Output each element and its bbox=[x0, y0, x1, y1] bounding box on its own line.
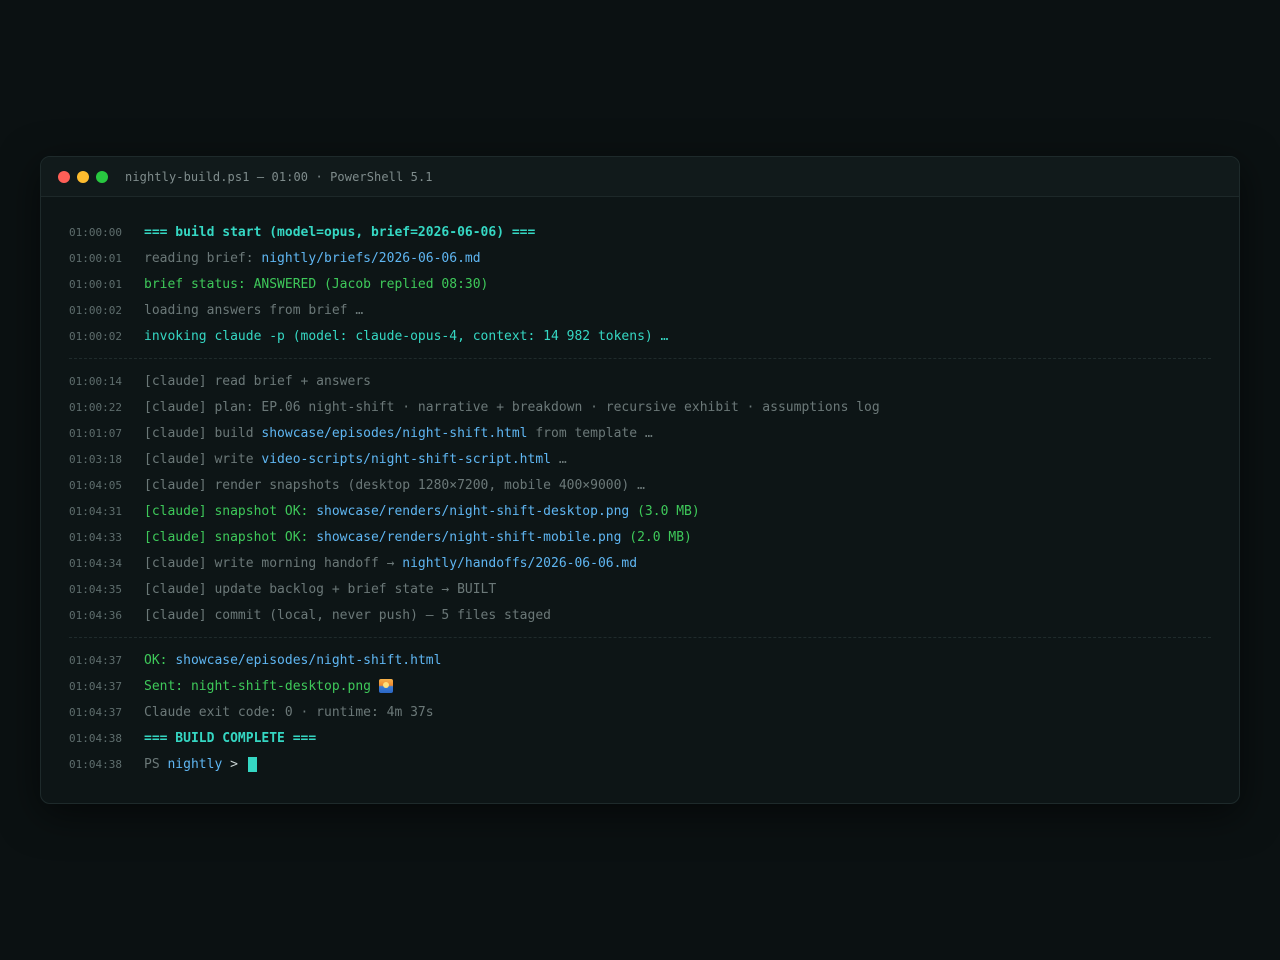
file-path: video-scripts/night-shift-script.html bbox=[261, 451, 551, 467]
file-path: showcase/renders/night-shift-mobile.png bbox=[316, 529, 622, 545]
log-line: 01:00:02 loading answers from brief … bbox=[69, 297, 1211, 323]
timestamp: 01:04:37 bbox=[69, 705, 122, 719]
log-text: … bbox=[551, 451, 567, 467]
log-line: 01:04:34 [claude] write morning handoff … bbox=[69, 550, 1211, 576]
log-text: [claude] build bbox=[144, 425, 262, 441]
timestamp: 01:00:02 bbox=[69, 303, 122, 317]
timestamp: 01:04:37 bbox=[69, 679, 122, 693]
timestamp: 01:00:01 bbox=[69, 277, 122, 291]
minimize-window-button[interactable] bbox=[77, 170, 89, 183]
section-divider bbox=[69, 358, 1211, 359]
file-path: showcase/renders/night-shift-desktop.png bbox=[316, 503, 630, 519]
prompt-directory: nightly bbox=[167, 756, 223, 772]
timestamp: 01:00:14 bbox=[69, 374, 122, 388]
log-text: [claude] write bbox=[144, 451, 262, 467]
log-line: 01:04:05 [claude] render snapshots (desk… bbox=[69, 472, 1211, 498]
timestamp: 01:00:00 bbox=[69, 225, 122, 239]
log-text: [claude] render snapshots (desktop 1280×… bbox=[144, 477, 645, 493]
log-text: [claude] write morning handoff → bbox=[144, 555, 403, 571]
log-text: === BUILD COMPLETE === bbox=[144, 730, 317, 746]
file-path: nightly/handoffs/2026-06-06.md bbox=[402, 555, 638, 571]
log-line: 01:04:37 OK: showcase/episodes/night-shi… bbox=[69, 647, 1211, 673]
log-line: 01:04:35 [claude] update backlog + brief… bbox=[69, 576, 1211, 602]
log-line: 01:00:22 [claude] plan: EP.06 night-shif… bbox=[69, 394, 1211, 420]
terminal-output[interactable]: 01:00:00 === build start (model=opus, br… bbox=[41, 197, 1239, 777]
text-cursor[interactable] bbox=[247, 756, 257, 772]
timestamp: 01:04:31 bbox=[69, 504, 122, 518]
log-text: [claude] update backlog + brief state → … bbox=[144, 581, 497, 597]
log-text: brief status: ANSWERED (Jacob replied 08… bbox=[144, 276, 489, 292]
title-bar: nightly-build.ps1 — 01:00 · PowerShell 5… bbox=[41, 157, 1239, 197]
log-line: 01:04:36 [claude] commit (local, never p… bbox=[69, 602, 1211, 628]
prompt-symbol: > bbox=[222, 756, 246, 772]
timestamp: 01:00:22 bbox=[69, 400, 122, 414]
log-line: 01:00:14 [claude] read brief + answers bbox=[69, 368, 1211, 394]
log-text: [claude] commit (local, never push) — 5 … bbox=[144, 607, 551, 623]
log-line: 01:04:31 [claude] snapshot OK: showcase/… bbox=[69, 498, 1211, 524]
log-line: 01:04:33 [claude] snapshot OK: showcase/… bbox=[69, 524, 1211, 550]
log-line: 01:00:00 === build start (model=opus, br… bbox=[69, 219, 1211, 245]
timestamp: 01:04:05 bbox=[69, 478, 122, 492]
prompt-line[interactable]: 01:04:38 PS nightly > bbox=[69, 751, 1211, 777]
window-title: nightly-build.ps1 — 01:00 · PowerShell 5… bbox=[125, 169, 433, 184]
file-size: (3.0 MB) bbox=[629, 503, 700, 519]
log-text: Sent: night-shift-desktop.png bbox=[144, 678, 379, 694]
timestamp: 01:00:01 bbox=[69, 251, 122, 265]
log-line: 01:00:01 brief status: ANSWERED (Jacob r… bbox=[69, 271, 1211, 297]
section-divider bbox=[69, 637, 1211, 638]
timestamp: 01:03:18 bbox=[69, 452, 122, 466]
log-text: === build start (model=opus, brief=2026-… bbox=[144, 224, 536, 240]
log-text: [claude] plan: EP.06 night-shift · narra… bbox=[144, 399, 880, 415]
log-text: OK: bbox=[144, 652, 176, 668]
close-window-button[interactable] bbox=[58, 170, 70, 183]
log-text: from template … bbox=[527, 425, 653, 441]
log-line: 01:04:37 Sent: night-shift-desktop.png bbox=[69, 673, 1211, 699]
file-path: showcase/episodes/night-shift.html bbox=[261, 425, 528, 441]
file-path: showcase/episodes/night-shift.html bbox=[175, 652, 442, 668]
log-text: [claude] read brief + answers bbox=[144, 373, 371, 389]
log-text: reading brief: bbox=[144, 250, 262, 266]
timestamp: 01:04:37 bbox=[69, 653, 122, 667]
timestamp: 01:01:07 bbox=[69, 426, 122, 440]
log-line: 01:01:07 [claude] build showcase/episode… bbox=[69, 420, 1211, 446]
log-line: 01:00:02 invoking claude -p (model: clau… bbox=[69, 323, 1211, 349]
log-text: [claude] snapshot OK: bbox=[144, 529, 317, 545]
sunrise-emoji-icon bbox=[378, 679, 393, 693]
file-size: (2.0 MB) bbox=[621, 529, 692, 545]
timestamp: 01:04:33 bbox=[69, 530, 122, 544]
log-line: 01:04:38 === BUILD COMPLETE === bbox=[69, 725, 1211, 751]
timestamp: 01:00:02 bbox=[69, 329, 122, 343]
log-text: Claude exit code: 0 · runtime: 4m 37s bbox=[144, 704, 434, 720]
log-line: 01:00:01 reading brief: nightly/briefs/2… bbox=[69, 245, 1211, 271]
file-path: nightly/briefs/2026-06-06.md bbox=[261, 250, 481, 266]
log-line: 01:04:37 Claude exit code: 0 · runtime: … bbox=[69, 699, 1211, 725]
log-text: [claude] snapshot OK: bbox=[144, 503, 317, 519]
timestamp: 01:04:35 bbox=[69, 582, 122, 596]
prompt-prefix: PS bbox=[144, 756, 168, 772]
timestamp: 01:04:36 bbox=[69, 608, 122, 622]
maximize-window-button[interactable] bbox=[96, 170, 108, 183]
log-line: 01:03:18 [claude] write video-scripts/ni… bbox=[69, 446, 1211, 472]
timestamp: 01:04:38 bbox=[69, 757, 122, 771]
log-text: loading answers from brief … bbox=[144, 302, 364, 318]
timestamp: 01:04:34 bbox=[69, 556, 122, 570]
terminal-window: nightly-build.ps1 — 01:00 · PowerShell 5… bbox=[40, 156, 1240, 804]
log-text: invoking claude -p (model: claude-opus-4… bbox=[144, 328, 669, 344]
timestamp: 01:04:38 bbox=[69, 731, 122, 745]
